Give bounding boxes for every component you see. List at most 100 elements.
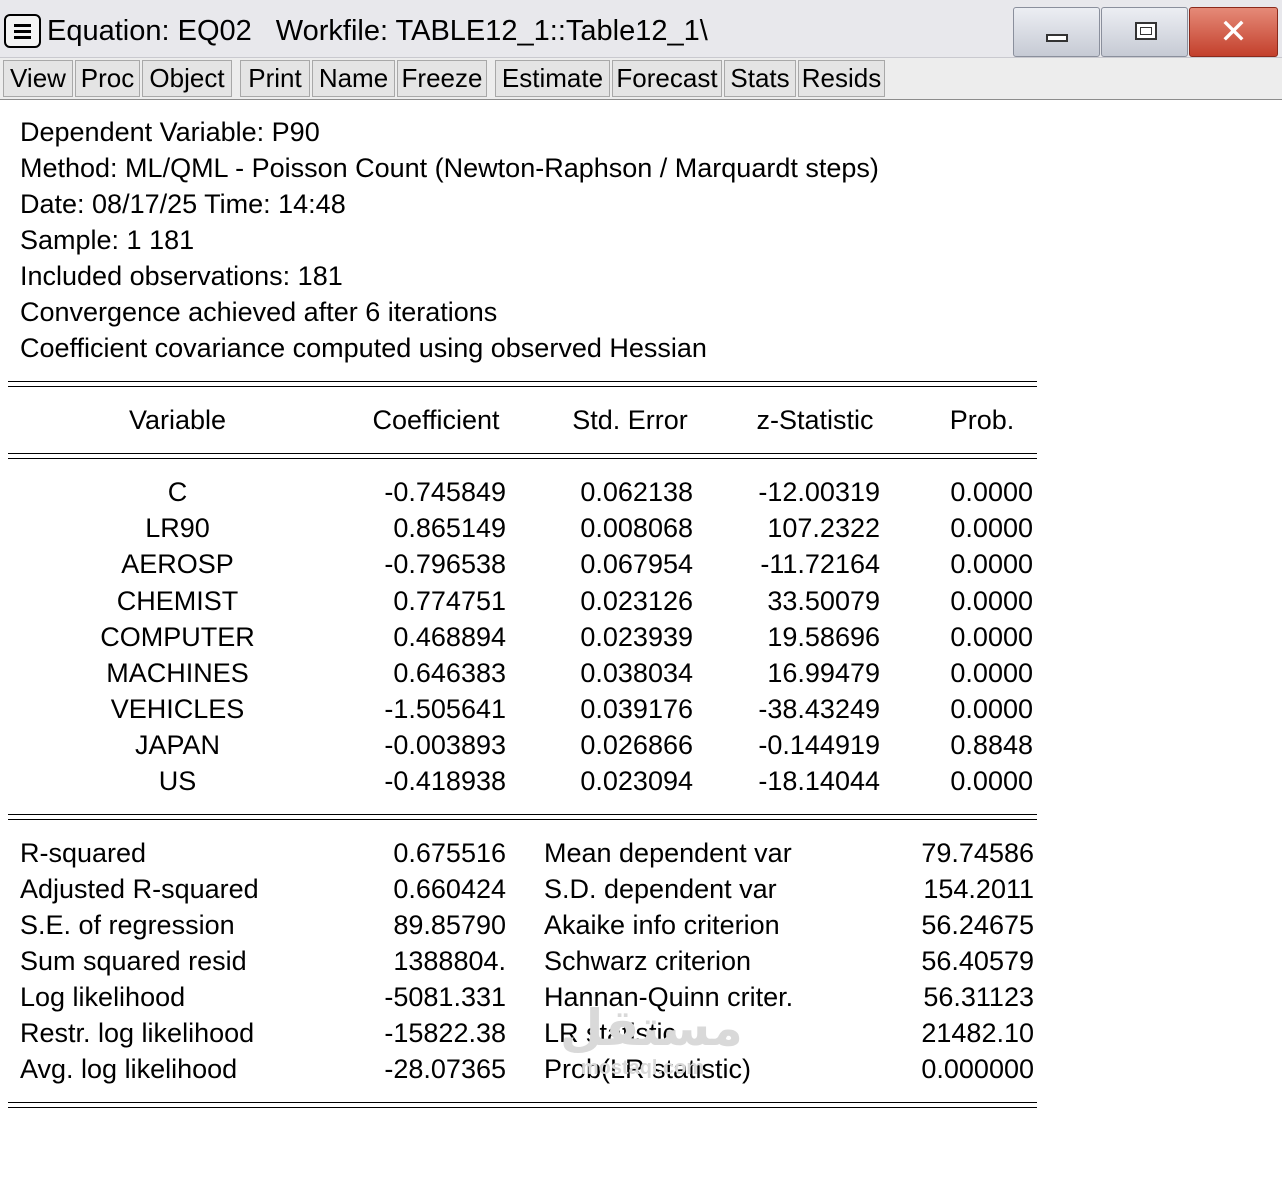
row-z-statistic: -0.144919 — [758, 730, 880, 760]
col-header-std-error: Std. Error — [572, 405, 688, 435]
row-coefficient: -0.003893 — [384, 730, 506, 760]
stat-value: 1388804. — [393, 946, 506, 976]
row-variable: US — [158, 766, 197, 796]
row-variable: MACHINES — [106, 658, 249, 688]
row-std-error: 0.067954 — [580, 549, 693, 579]
row-std-error: 0.062138 — [580, 477, 693, 507]
close-button[interactable]: ✕ — [1189, 7, 1278, 57]
window-title: Equation: EQ02 Workfile: TABLE12_1::Table… — [47, 15, 708, 48]
print-button[interactable]: Print — [240, 60, 310, 97]
stat-value: 21482.10 — [921, 1018, 1034, 1048]
stat-value: -28.07365 — [384, 1054, 506, 1084]
title-workfile: Workfile: TABLE12_1::Table12_1\ — [275, 15, 708, 47]
row-std-error: 0.039176 — [580, 694, 693, 724]
stat-label: Avg. log likelihood — [20, 1054, 238, 1084]
stat-label: Mean dependent var — [544, 838, 792, 868]
row-coefficient: 0.468894 — [393, 622, 506, 652]
name-button[interactable]: Name — [312, 60, 395, 97]
row-prob: 0.0000 — [950, 549, 1033, 579]
watermark-arabic: مستقل — [560, 999, 743, 1057]
row-variable: VEHICLES — [110, 694, 245, 724]
row-z-statistic: 16.99479 — [767, 658, 880, 688]
maximize-button[interactable] — [1101, 7, 1188, 57]
row-variable: JAPAN — [134, 730, 221, 760]
system-menu-icon[interactable] — [4, 14, 41, 48]
row-prob: 0.0000 — [950, 513, 1033, 543]
row-std-error: 0.038034 — [580, 658, 693, 688]
header-date-time: Date: 08/17/25 Time: 14:48 — [20, 189, 346, 219]
row-prob: 0.0000 — [950, 622, 1033, 652]
header-sample: Sample: 1 181 — [20, 225, 195, 255]
row-coefficient: -1.505641 — [384, 694, 506, 724]
row-variable: C — [167, 477, 188, 507]
row-coefficient: -0.418938 — [384, 766, 506, 796]
stats-button[interactable]: Stats — [724, 60, 796, 97]
row-prob: 0.0000 — [950, 694, 1033, 724]
forecast-button[interactable]: Forecast — [612, 60, 722, 97]
stat-label: Adjusted R-squared — [20, 874, 259, 904]
row-coefficient: -0.796538 — [384, 549, 506, 579]
stat-value: 154.2011 — [923, 874, 1034, 904]
col-header-prob: Prob. — [949, 405, 1015, 435]
stat-value: -5081.331 — [384, 982, 506, 1012]
row-coefficient: 0.865149 — [393, 513, 506, 543]
stat-value: 89.85790 — [393, 910, 506, 940]
close-icon: ✕ — [1219, 12, 1248, 52]
row-z-statistic: 107.2322 — [767, 513, 880, 543]
stat-value: 56.24675 — [921, 910, 1034, 940]
stat-label: Sum squared resid — [20, 946, 247, 976]
table-rule-bottom — [8, 1102, 1037, 1108]
row-prob: 0.0000 — [950, 477, 1033, 507]
row-variable: AEROSP — [121, 549, 234, 579]
col-header-variable: Variable — [128, 405, 227, 435]
row-z-statistic: -18.14044 — [758, 766, 880, 796]
freeze-button[interactable]: Freeze — [397, 60, 487, 97]
header-dependent-variable: Dependent Variable: P90 — [20, 117, 320, 147]
stat-label: Restr. log likelihood — [20, 1018, 255, 1048]
row-std-error: 0.008068 — [580, 513, 693, 543]
stat-label: Log likelihood — [20, 982, 186, 1012]
row-z-statistic: -38.43249 — [758, 694, 880, 724]
row-coefficient: 0.646383 — [393, 658, 506, 688]
minimize-icon — [1046, 34, 1068, 42]
stat-value: 56.40579 — [921, 946, 1034, 976]
row-std-error: 0.023094 — [580, 766, 693, 796]
resids-button[interactable]: Resids — [798, 60, 885, 97]
maximize-icon — [1135, 22, 1157, 40]
proc-button[interactable]: Proc — [75, 60, 140, 97]
estimate-button[interactable]: Estimate — [495, 60, 610, 97]
row-coefficient: -0.745849 — [384, 477, 506, 507]
toolbar: View Proc Object Print Name Freeze Estim… — [0, 58, 1282, 100]
row-prob: 0.8848 — [950, 730, 1033, 760]
view-button[interactable]: View — [3, 60, 73, 97]
stat-value: 0.000000 — [921, 1054, 1034, 1084]
row-z-statistic: -12.00319 — [758, 477, 880, 507]
title-bar: Equation: EQ02 Workfile: TABLE12_1::Table… — [0, 0, 1282, 58]
row-z-statistic: 19.58696 — [767, 622, 880, 652]
row-z-statistic: 33.50079 — [767, 586, 880, 616]
header-covariance: Coefficient covariance computed using ob… — [20, 333, 707, 363]
row-variable: COMPUTER — [100, 622, 255, 652]
stat-value: 0.660424 — [393, 874, 506, 904]
table-rule-header — [8, 453, 1037, 459]
row-z-statistic: -11.72164 — [760, 549, 880, 579]
object-button[interactable]: Object — [142, 60, 232, 97]
row-coefficient: 0.774751 — [393, 586, 506, 616]
stat-label: S.D. dependent var — [544, 874, 777, 904]
stat-label: R-squared — [20, 838, 147, 868]
header-method: Method: ML/QML - Poisson Count (Newton-R… — [20, 153, 879, 183]
row-prob: 0.0000 — [950, 586, 1033, 616]
header-convergence: Convergence achieved after 6 iterations — [20, 297, 498, 327]
row-variable: CHEMIST — [116, 586, 239, 616]
minimize-button[interactable] — [1013, 7, 1100, 57]
col-header-coefficient: Coefficient — [372, 405, 500, 435]
watermark-latin: mostaql.com — [580, 1057, 705, 1079]
stat-label: Akaike info criterion — [544, 910, 780, 940]
header-observations: Included observations: 181 — [20, 261, 343, 291]
table-rule-middle — [8, 814, 1037, 820]
row-std-error: 0.023939 — [580, 622, 693, 652]
stat-label: S.E. of regression — [20, 910, 235, 940]
watermark: مستقل mostaql.com — [560, 999, 743, 1080]
row-variable: LR90 — [145, 513, 210, 543]
row-std-error: 0.023126 — [580, 586, 693, 616]
